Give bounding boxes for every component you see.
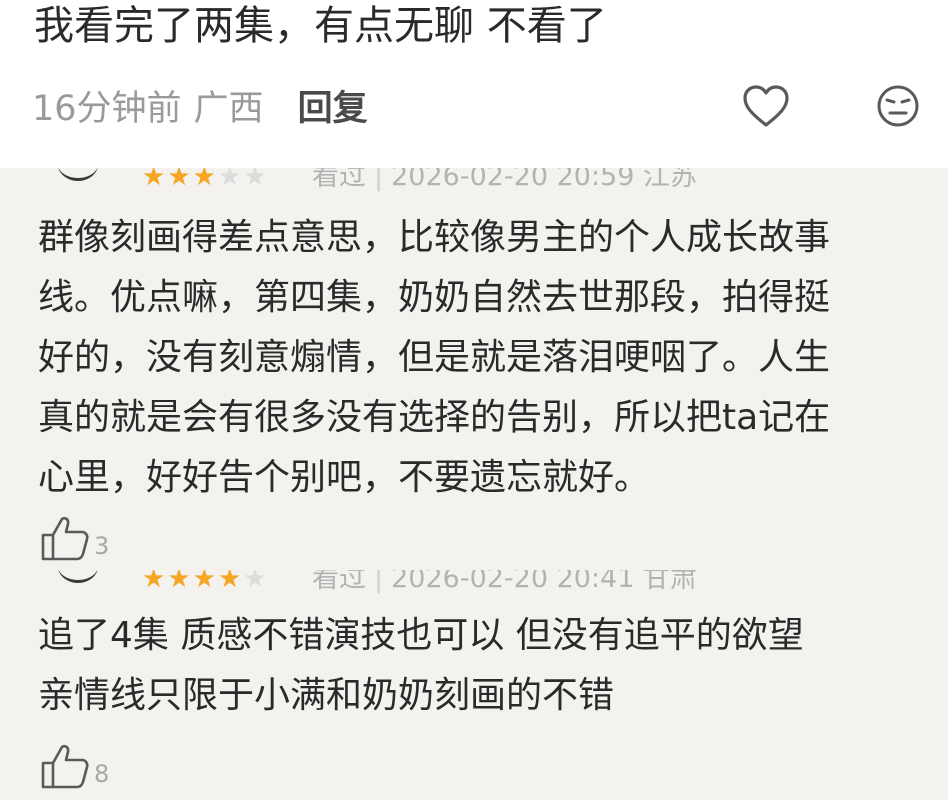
review-status: 看过: [312, 570, 366, 594]
divider: |: [374, 168, 384, 192]
review-datetime: 2026-02-20 20:41: [391, 570, 635, 594]
review-line: 群像刻画得差点意思，比较像男主的个人成长故事: [38, 217, 831, 258]
review-line: 线。优点嘛，第四集，奶奶自然去世那段，拍得挺: [38, 277, 831, 318]
like-count: 8: [94, 760, 110, 788]
review-meta: 看过 | 2026-02-20 20:59 江苏: [312, 168, 697, 192]
review-header: ★ ★ ★ ★ ★ 看过 | 2026-02-20 20:59 江苏: [0, 168, 948, 192]
star-icon: ★: [142, 570, 166, 594]
review-text: 群像刻画得差点意思，比较像男主的个人成长故事 线。优点嘛，第四集，奶奶自然去世那…: [38, 208, 918, 508]
review-line: 真的就是会有很多没有选择的告别，所以把ta记在: [38, 397, 831, 438]
avatar[interactable]: [58, 570, 98, 583]
avatar[interactable]: [58, 168, 98, 181]
reply-button[interactable]: 回复: [298, 80, 368, 131]
review-line: 心里，好好告个别吧，不要遗忘就好。: [38, 457, 651, 498]
star-icon: ★: [217, 168, 242, 192]
review-line: 追了4集 质感不错演技也可以 但没有追平的欲望: [38, 615, 804, 656]
review-meta: 看过 | 2026-02-20 20:41 甘肃: [312, 570, 697, 594]
comment-location: 广西: [193, 88, 264, 129]
review-text: 追了4集 质感不错演技也可以 但没有追平的欲望 亲情线只限于小满和奶奶刻画的不错: [38, 606, 918, 726]
review-line: 好的，没有刻意煽情，但是就是落泪哽咽了。人生: [38, 337, 831, 378]
top-comment-card: 我看完了两集，有点无聊 不看了 16分钟前 广西 回复: [0, 0, 948, 168]
star-icon: ★: [142, 168, 166, 192]
comment-text: 我看完了两集，有点无聊 不看了: [34, 3, 607, 49]
star-icon: ★: [167, 570, 191, 594]
star-icon: ★: [167, 168, 191, 192]
emoji-icon[interactable]: [876, 84, 920, 128]
star-rating: ★ ★ ★ ★ ★: [142, 570, 267, 592]
star-icon: ★: [243, 570, 267, 594]
review-status: 看过: [312, 168, 366, 192]
review-line: 亲情线只限于小满和奶奶刻画的不错: [38, 675, 615, 716]
review-location: 甘肃: [643, 570, 698, 594]
star-icon: ★: [192, 570, 216, 594]
like-button[interactable]: 3: [40, 514, 109, 562]
comment-time: 16分钟前: [32, 88, 182, 129]
star-icon: ★: [243, 168, 267, 192]
like-count: 3: [94, 532, 110, 560]
comment-meta: 16分钟前 广西 回复: [32, 80, 368, 131]
thumbs-up-icon: [41, 516, 89, 561]
review-datetime: 2026-02-20 20:59: [391, 168, 635, 192]
review-location: 江苏: [643, 168, 698, 192]
star-rating: ★ ★ ★ ★ ★: [142, 168, 267, 190]
heart-icon[interactable]: [742, 84, 790, 128]
star-icon: ★: [217, 570, 242, 594]
star-icon: ★: [192, 168, 216, 192]
thumbs-up-icon: [41, 744, 89, 789]
divider: |: [374, 570, 384, 594]
review-header: ★ ★ ★ ★ ★ 看过 | 2026-02-20 20:41 甘肃: [0, 570, 948, 594]
like-button[interactable]: 8: [40, 742, 109, 790]
